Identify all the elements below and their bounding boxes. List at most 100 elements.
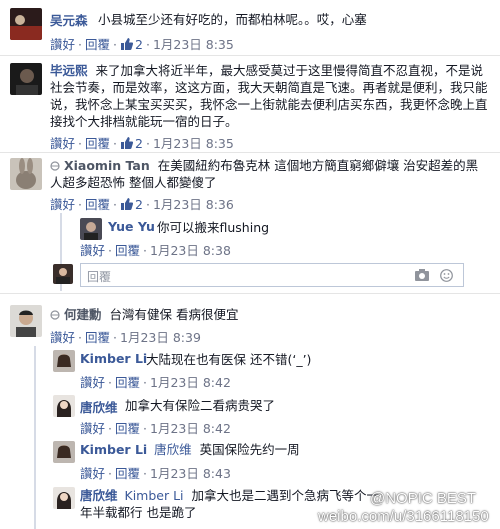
separator: ·: [78, 330, 82, 345]
like-link[interactable]: 讚好: [80, 466, 105, 481]
avatar[interactable]: [53, 395, 75, 417]
separator: ·: [143, 466, 147, 481]
like-link[interactable]: 讚好: [50, 330, 75, 345]
mention[interactable]: 唐欣维: [154, 442, 192, 457]
thread-line: [34, 346, 36, 529]
like-count-value: 2: [135, 136, 143, 151]
comment-body: 何建勳 台灣有健保 看病很便宜: [50, 306, 490, 323]
comment-actions: 讚好 · 回覆 · 1月23日 8:43: [80, 463, 231, 482]
separator: ·: [78, 197, 82, 212]
like-link[interactable]: 讚好: [80, 421, 105, 436]
avatar[interactable]: [53, 441, 75, 463]
avatar[interactable]: [10, 63, 42, 95]
comment-actions: 讚好 · 回覆 · 1月23日 8:38: [80, 240, 231, 259]
comment-text: 来了加拿大将近半年，最大感受莫过于这里慢得简直不忍直视，不是说社会节奏，而是效率…: [50, 63, 488, 129]
avatar[interactable]: [10, 158, 42, 190]
thumbs-up-icon: [121, 198, 133, 210]
comment-actions: 讚好 · 回覆 · 1月23日 8:42: [80, 418, 231, 437]
comment-actions: 讚好 · 回覆 · 2 · 1月23日 8:36: [50, 194, 234, 213]
reply-link[interactable]: 回覆: [85, 330, 110, 345]
reply-link[interactable]: 回覆: [115, 243, 140, 258]
commenter-name[interactable]: 唐欣维: [80, 488, 118, 503]
like-link[interactable]: 讚好: [80, 375, 105, 390]
like-count-value: 2: [135, 37, 143, 52]
comment-body: Xiaomin Tan 在美國紐約布魯克林 這個地方簡直窮鄉僻壤 治安超差的黑人…: [50, 157, 490, 191]
watermark-handle: @NOPIC BEST: [370, 490, 477, 507]
avatar[interactable]: [53, 350, 75, 372]
comment-text: 台灣有健保 看病很便宜: [109, 307, 239, 322]
commenter-name[interactable]: Yue Yu: [108, 219, 155, 234]
mention[interactable]: Kimber Li: [125, 488, 184, 503]
comment-text: 加拿大有保险二看病贵哭了: [125, 398, 276, 413]
timestamp[interactable]: 1月23日 8:36: [153, 197, 234, 212]
thumbs-up-icon: [121, 137, 133, 149]
commenter-name[interactable]: 毕远熙: [50, 63, 88, 78]
reply-link[interactable]: 回覆: [115, 421, 140, 436]
reply-link[interactable]: 回覆: [115, 375, 140, 390]
comment-text: 英国保险先约一周: [199, 442, 300, 457]
separator: ·: [113, 136, 117, 151]
commenter-name[interactable]: Xiaomin Tan: [64, 158, 150, 173]
reply-input[interactable]: 回覆: [80, 263, 464, 287]
timestamp[interactable]: 1月23日 8:38: [150, 243, 231, 258]
camera-icon[interactable]: [415, 269, 429, 281]
timestamp[interactable]: 1月23日 8:43: [150, 466, 231, 481]
reply-link[interactable]: 回覆: [115, 466, 140, 481]
current-user-avatar: [53, 264, 73, 284]
reply-link[interactable]: 回覆: [85, 197, 110, 212]
comment-actions: 讚好 · 回覆 · 2 · 1月23日 8:35: [50, 133, 234, 152]
commenter-name[interactable]: 唐欣维: [80, 397, 118, 416]
comment-actions: 讚好 · 回覆 · 2 · 1月23日 8:35: [50, 34, 234, 53]
timestamp[interactable]: 1月23日 8:39: [120, 330, 201, 345]
commenter-name[interactable]: Kimber Li: [80, 351, 147, 366]
comment-text: 你可以搬来flushing: [157, 220, 270, 235]
separator: ·: [143, 421, 147, 436]
like-count[interactable]: 2: [120, 37, 143, 52]
reply-link[interactable]: 回覆: [85, 37, 110, 52]
separator: ·: [113, 330, 117, 345]
comment-actions: 讚好 · 回覆 · 1月23日 8:39: [50, 327, 201, 346]
comment-text: 小县城至少还有好吃的，而都柏林呢。。哎，心塞: [98, 12, 367, 27]
watermark-url: weibo.com/u/3166118150: [318, 508, 489, 525]
comment-body: Kimber Li 唐欣维 英国保险先约一周: [80, 441, 300, 458]
like-link[interactable]: 讚好: [80, 243, 105, 258]
globe-icon: [50, 161, 60, 171]
like-count[interactable]: 2: [120, 136, 143, 151]
separator: ·: [143, 375, 147, 390]
separator: ·: [113, 197, 117, 212]
separator: ·: [145, 136, 150, 151]
avatar[interactable]: [53, 487, 75, 509]
like-link[interactable]: 讚好: [50, 197, 75, 212]
separator: ·: [108, 421, 112, 436]
comment-actions: 讚好 · 回覆 · 1月23日 8:42: [80, 372, 231, 391]
commenter-name[interactable]: 吴元森: [50, 10, 88, 29]
separator: ·: [108, 243, 112, 258]
like-link[interactable]: 讚好: [50, 136, 75, 151]
comment-text: 大陆现在也有医保 还不错(‘_’): [146, 352, 312, 367]
avatar[interactable]: [10, 8, 42, 40]
like-count-value: 2: [135, 197, 143, 212]
timestamp[interactable]: 1月23日 8:35: [153, 136, 234, 151]
emoji-icon[interactable]: [440, 269, 453, 282]
avatar[interactable]: [80, 218, 102, 240]
reply-input-placeholder: 回覆: [87, 270, 112, 284]
commenter-name[interactable]: 何建勳: [64, 307, 102, 322]
separator: ·: [108, 466, 112, 481]
timestamp[interactable]: 1月23日 8:42: [150, 375, 231, 390]
thumbs-up-icon: [121, 38, 133, 50]
like-link[interactable]: 讚好: [50, 37, 75, 52]
commenter-name[interactable]: Kimber Li: [80, 442, 147, 457]
timestamp[interactable]: 1月23日 8:35: [153, 37, 234, 52]
separator: ·: [78, 136, 82, 151]
avatar[interactable]: [10, 305, 42, 337]
separator: ·: [145, 37, 150, 52]
comment-body: 毕远熙 来了加拿大将近半年，最大感受莫过于这里慢得简直不忍直视，不是说社会节奏，…: [50, 62, 490, 130]
reply-link[interactable]: 回覆: [85, 136, 110, 151]
separator: ·: [78, 37, 82, 52]
divider: [0, 55, 500, 56]
timestamp[interactable]: 1月23日 8:42: [150, 421, 231, 436]
separator: ·: [108, 375, 112, 390]
separator: ·: [113, 37, 117, 52]
like-count[interactable]: 2: [120, 197, 143, 212]
separator: ·: [145, 197, 150, 212]
